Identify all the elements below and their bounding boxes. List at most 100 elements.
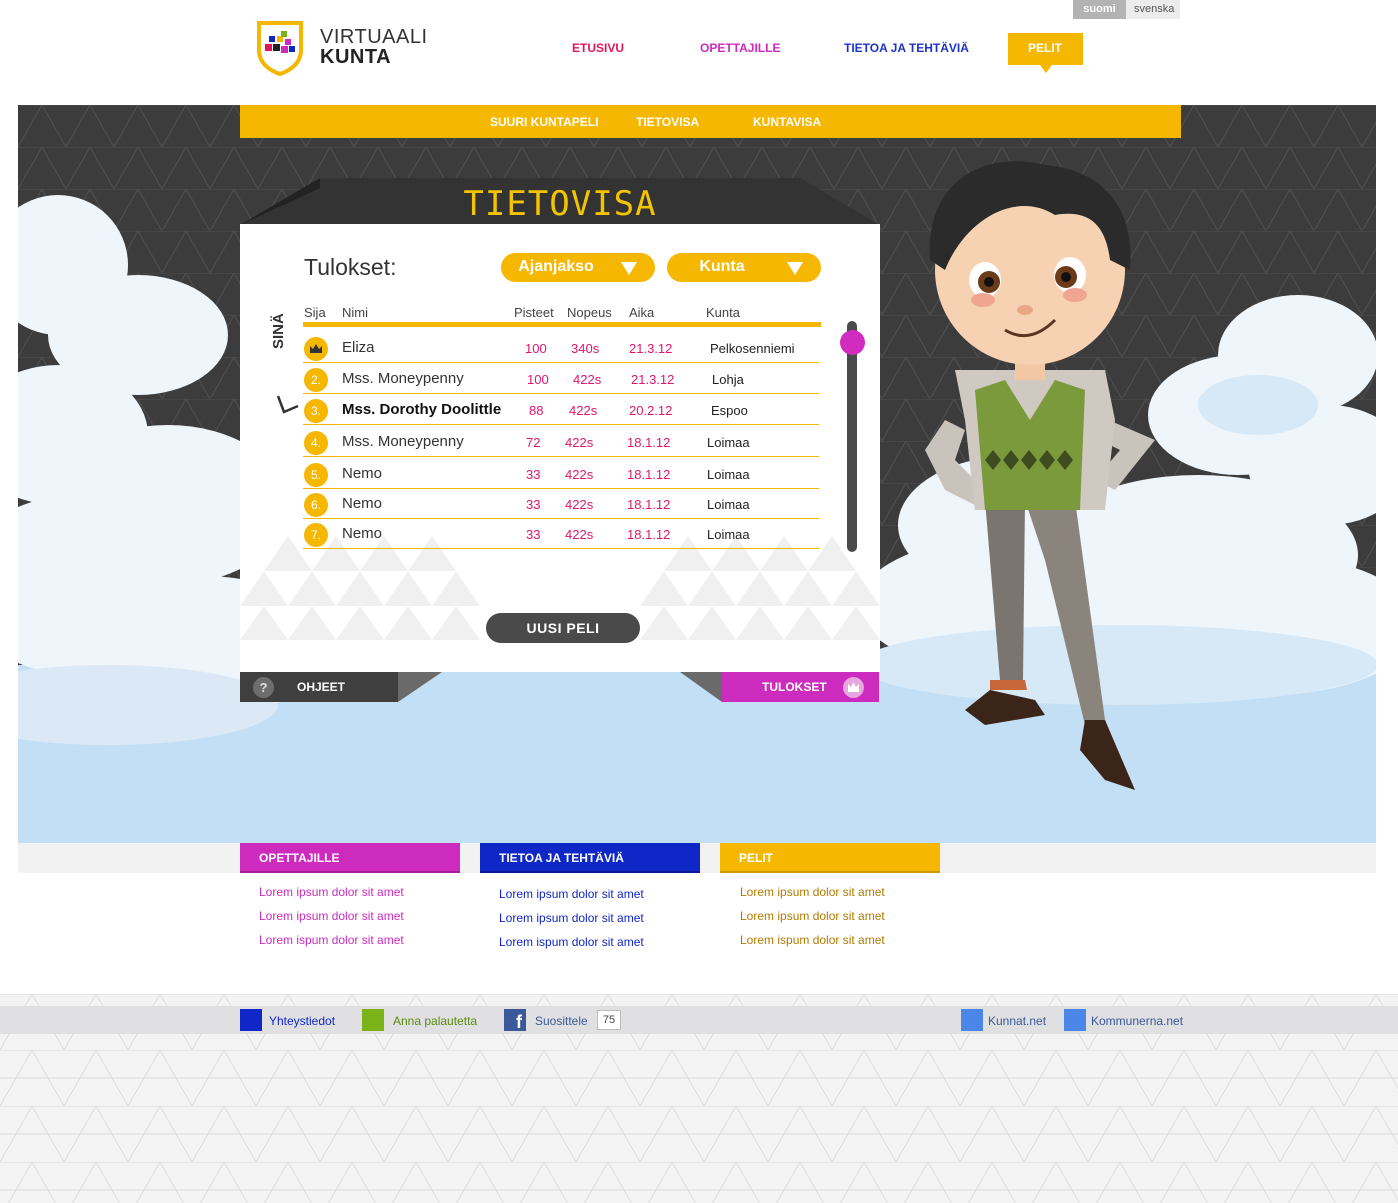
chevron-down-icon (787, 262, 803, 275)
sub-navigation: SUURI KUNTAPELI TIETOVISA KUNTAVISA (240, 105, 1181, 138)
subnav-kuntavisa[interactable]: KUNTAVISA (753, 115, 821, 129)
you-indicator: SINÄ (270, 313, 287, 349)
footer-link[interactable]: Lorem ipsum dolor sit amet (499, 887, 644, 901)
footer-link[interactable]: Lorem ispum dolor sit amet (499, 935, 644, 949)
footer-link[interactable]: Lorem ipsum dolor sit amet (740, 909, 885, 923)
help-tab-corner (398, 672, 442, 702)
player-name: Nemo (342, 465, 383, 482)
nav-opettajille[interactable]: OPETTAJILLE (700, 41, 780, 55)
table-row[interactable]: 6. Nemo 33 422s 18.1.12 Loimaa (303, 489, 819, 519)
speed: 422s (569, 403, 598, 418)
subnav-suuri-kuntapeli[interactable]: SUURI KUNTAPELI (490, 115, 598, 129)
results-tab-corner (680, 672, 722, 702)
kommunerna-link[interactable]: Kommunerna.net (1091, 1014, 1183, 1028)
results-label: TULOKSET (762, 680, 827, 694)
facebook-icon: f (504, 1009, 526, 1032)
points: 100 (525, 341, 547, 356)
col-time: Aika (629, 305, 655, 320)
player-name: Mss. Moneypenny (342, 433, 464, 450)
footer-heading-opettajille[interactable]: OPETTAJILLE (240, 843, 460, 873)
recommend-count: 75 (597, 1010, 621, 1030)
footer-heading-tietoa[interactable]: TIETOA JA TEHTÄVIÄ (480, 843, 700, 873)
language-switch: suomi svenska (1073, 0, 1180, 19)
municipality: Lohja (712, 372, 744, 387)
table-row[interactable]: 2. Mss. Moneypenny 100 422s 21.3.12 Lohj… (303, 364, 819, 394)
player-name: Mss. Dorothy Doolittle (342, 401, 502, 418)
date: 20.2.12 (629, 403, 673, 418)
logo[interactable]: VIRTUAALI KUNTA (256, 20, 428, 76)
lang-suomi[interactable]: suomi (1073, 0, 1126, 19)
chevron-down-icon (621, 262, 637, 275)
question-icon: ? (253, 677, 274, 698)
date: 21.3.12 (629, 341, 673, 356)
results-button[interactable]: TULOKSET (722, 672, 879, 702)
rank-badge: 7. (304, 523, 328, 547)
subnav-tietovisa[interactable]: TIETOVISA (636, 115, 699, 129)
help-label: OHJEET (297, 680, 346, 694)
points: 88 (529, 403, 544, 418)
speed: 340s (571, 341, 600, 356)
feedback-link[interactable]: Anna palautetta (393, 1014, 477, 1028)
kunnat-link[interactable]: Kunnat.net (988, 1014, 1046, 1028)
table-row-current-user[interactable]: 3. Mss. Dorothy Doolittle 88 422s 20.2.1… (303, 395, 819, 425)
points: 33 (526, 467, 541, 482)
footer-link[interactable]: Lorem ipsum dolor sit amet (740, 885, 885, 899)
logo-line1: VIRTUAALI (320, 26, 428, 48)
municipality: Loimaa (707, 527, 750, 542)
table-row[interactable]: Eliza 100 340s 21.3.12 Pelkosenniemi (303, 333, 819, 363)
table-row[interactable]: 4. Mss. Moneypenny 72 422s 18.1.12 Loima… (303, 427, 819, 457)
footer-heading-pelit[interactable]: PELIT (720, 843, 940, 873)
date: 18.1.12 (627, 497, 671, 512)
speed: 422s (573, 372, 602, 387)
points: 33 (526, 497, 541, 512)
footer-link[interactable]: Lorem ipsum dolor sit amet (259, 885, 404, 899)
footer-link[interactable]: Lorem ispum dolor sit amet (259, 933, 404, 947)
nav-tietoa-ja-tehtavia[interactable]: TIETOA JA TEHTÄVIÄ (844, 41, 969, 55)
col-points: Pisteet (514, 305, 554, 320)
nav-etusivu[interactable]: ETUSIVU (572, 41, 624, 55)
shield-logo-icon (257, 21, 303, 76)
results-card: Tulokset: Ajanjakso Kunta Sija Nimi Pist… (240, 224, 880, 672)
crown-icon (304, 337, 328, 361)
player-name: Mss. Moneypenny (342, 370, 464, 387)
nav-pelit-active[interactable]: PELIT (1008, 33, 1083, 73)
col-municipality: Kunta (706, 305, 740, 320)
scrollbar-track[interactable] (847, 321, 857, 552)
character-illustration (925, 161, 1155, 790)
date: 18.1.12 (627, 435, 671, 450)
footer-link[interactable]: Lorem ipsum dolor sit amet (259, 909, 404, 923)
table-row[interactable]: 5. Nemo 33 422s 18.1.12 Loimaa (303, 459, 819, 489)
player-name: Nemo (342, 525, 383, 542)
help-button[interactable]: ? OHJEET (240, 672, 398, 702)
footer-link[interactable]: Lorem ispum dolor sit amet (740, 933, 885, 947)
speed: 422s (565, 497, 594, 512)
table-row[interactable]: 7. Nemo 33 422s 18.1.12 Loimaa (303, 519, 819, 549)
lang-svenska[interactable]: svenska (1126, 0, 1180, 19)
footer-link[interactable]: Lorem ipsum dolor sit amet (499, 911, 644, 925)
kommunerna-icon (1064, 1009, 1086, 1031)
date: 18.1.12 (627, 527, 671, 542)
period-dropdown[interactable]: Ajanjakso (501, 253, 655, 282)
results-heading: Tulokset: (304, 254, 397, 280)
period-dropdown-label: Ajanjakso (518, 258, 594, 275)
kunnat-icon (961, 1009, 983, 1031)
col-speed: Nopeus (567, 305, 612, 320)
col-rank: Sija (304, 305, 326, 320)
municipality: Loimaa (707, 497, 750, 512)
municipality: Loimaa (707, 435, 750, 450)
player-name: Nemo (342, 495, 383, 512)
municipality-dropdown-label: Kunta (699, 258, 745, 275)
municipality-dropdown[interactable]: Kunta (667, 253, 821, 282)
municipality: Espoo (711, 403, 748, 418)
quiz-title-bar: TIETOVISA (240, 178, 880, 225)
points: 72 (526, 435, 541, 450)
date: 18.1.12 (627, 467, 671, 482)
scrollbar-thumb[interactable] (840, 330, 865, 355)
bottom-bar (0, 1006, 1398, 1034)
speed: 422s (565, 527, 594, 542)
logo-line2: KUNTA (320, 46, 392, 68)
contact-link[interactable]: Yhteystiedot (269, 1014, 335, 1028)
recommend-link[interactable]: Suosittele (535, 1014, 588, 1028)
new-game-button[interactable]: UUSI PELI (486, 613, 640, 643)
contact-icon (240, 1009, 262, 1031)
